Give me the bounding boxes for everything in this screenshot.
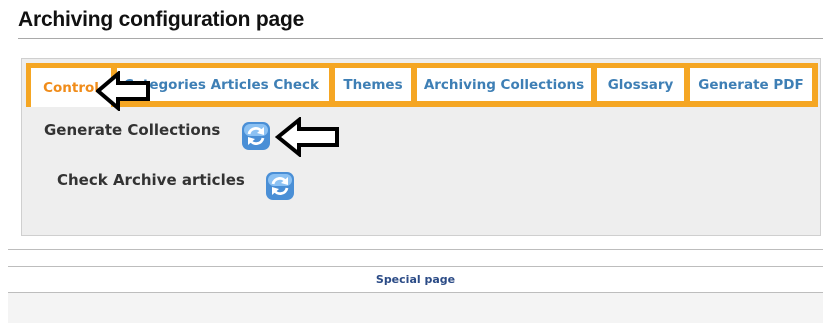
footer-bottom-area	[8, 293, 823, 323]
tab-archiving-collections[interactable]: Archiving Collections	[417, 68, 591, 101]
left-arrow-annotation-icon	[96, 71, 150, 111]
title-divider	[18, 38, 823, 39]
config-panel: Control Categories Articles Check Themes…	[21, 58, 821, 236]
left-arrow-annotation-icon	[275, 117, 339, 157]
check-archive-articles-refresh-icon[interactable]	[265, 171, 295, 201]
generate-collections-row: Generate Collections	[44, 121, 220, 139]
tab-generate-pdf[interactable]: Generate PDF	[690, 68, 812, 101]
generate-collections-refresh-icon[interactable]	[241, 121, 271, 151]
special-page-link[interactable]: Special page	[8, 273, 823, 286]
page-title: Archiving configuration page	[18, 8, 305, 31]
check-archive-articles-row: Check Archive articles	[57, 171, 245, 189]
tab-themes[interactable]: Themes	[335, 68, 411, 101]
footer-divider	[8, 249, 823, 250]
footer-bar: Special page	[8, 266, 823, 293]
tab-glossary[interactable]: Glossary	[597, 68, 684, 101]
check-archive-articles-label: Check Archive articles	[57, 171, 245, 189]
generate-collections-label: Generate Collections	[44, 121, 221, 139]
